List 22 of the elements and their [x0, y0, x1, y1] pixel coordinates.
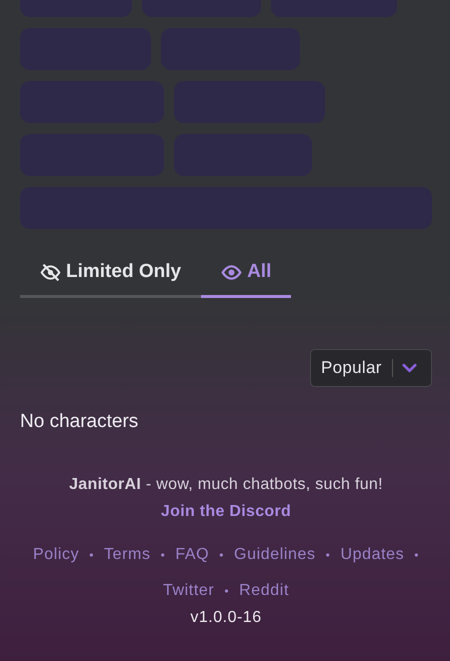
link-separator: •	[219, 547, 224, 564]
sort-dropdown[interactable]: Popular	[310, 349, 432, 387]
chevron-down-icon	[402, 363, 417, 373]
footer-tagline: JanitorAI - wow, much chatbots, such fun! Join the Discord	[68, 475, 384, 522]
footer-link[interactable]: Twitter	[163, 577, 214, 605]
link-separator: •	[89, 547, 94, 564]
footer-link[interactable]: Reddit	[239, 577, 289, 605]
discord-link[interactable]: Join the Discord	[160, 503, 292, 520]
footer-link[interactable]: Guidelines	[234, 541, 316, 569]
footer-link[interactable]: Updates	[340, 541, 404, 569]
eye-slash-icon	[40, 262, 61, 282]
link-separator: •	[224, 583, 230, 600]
link-separator: •	[414, 547, 420, 564]
link-separator: •	[326, 547, 330, 564]
footer-link[interactable]: FAQ	[175, 541, 210, 569]
footer-link[interactable]: Policy	[32, 541, 80, 569]
filter-tab[interactable]: All	[201, 250, 292, 298]
filter-tab[interactable]: Limited Only	[20, 250, 202, 298]
empty-message: No characters	[20, 411, 140, 433]
footer-link[interactable]: Terms	[104, 541, 151, 569]
version-label: v1.0.0-16	[189, 608, 263, 628]
link-separator: •	[160, 547, 166, 564]
